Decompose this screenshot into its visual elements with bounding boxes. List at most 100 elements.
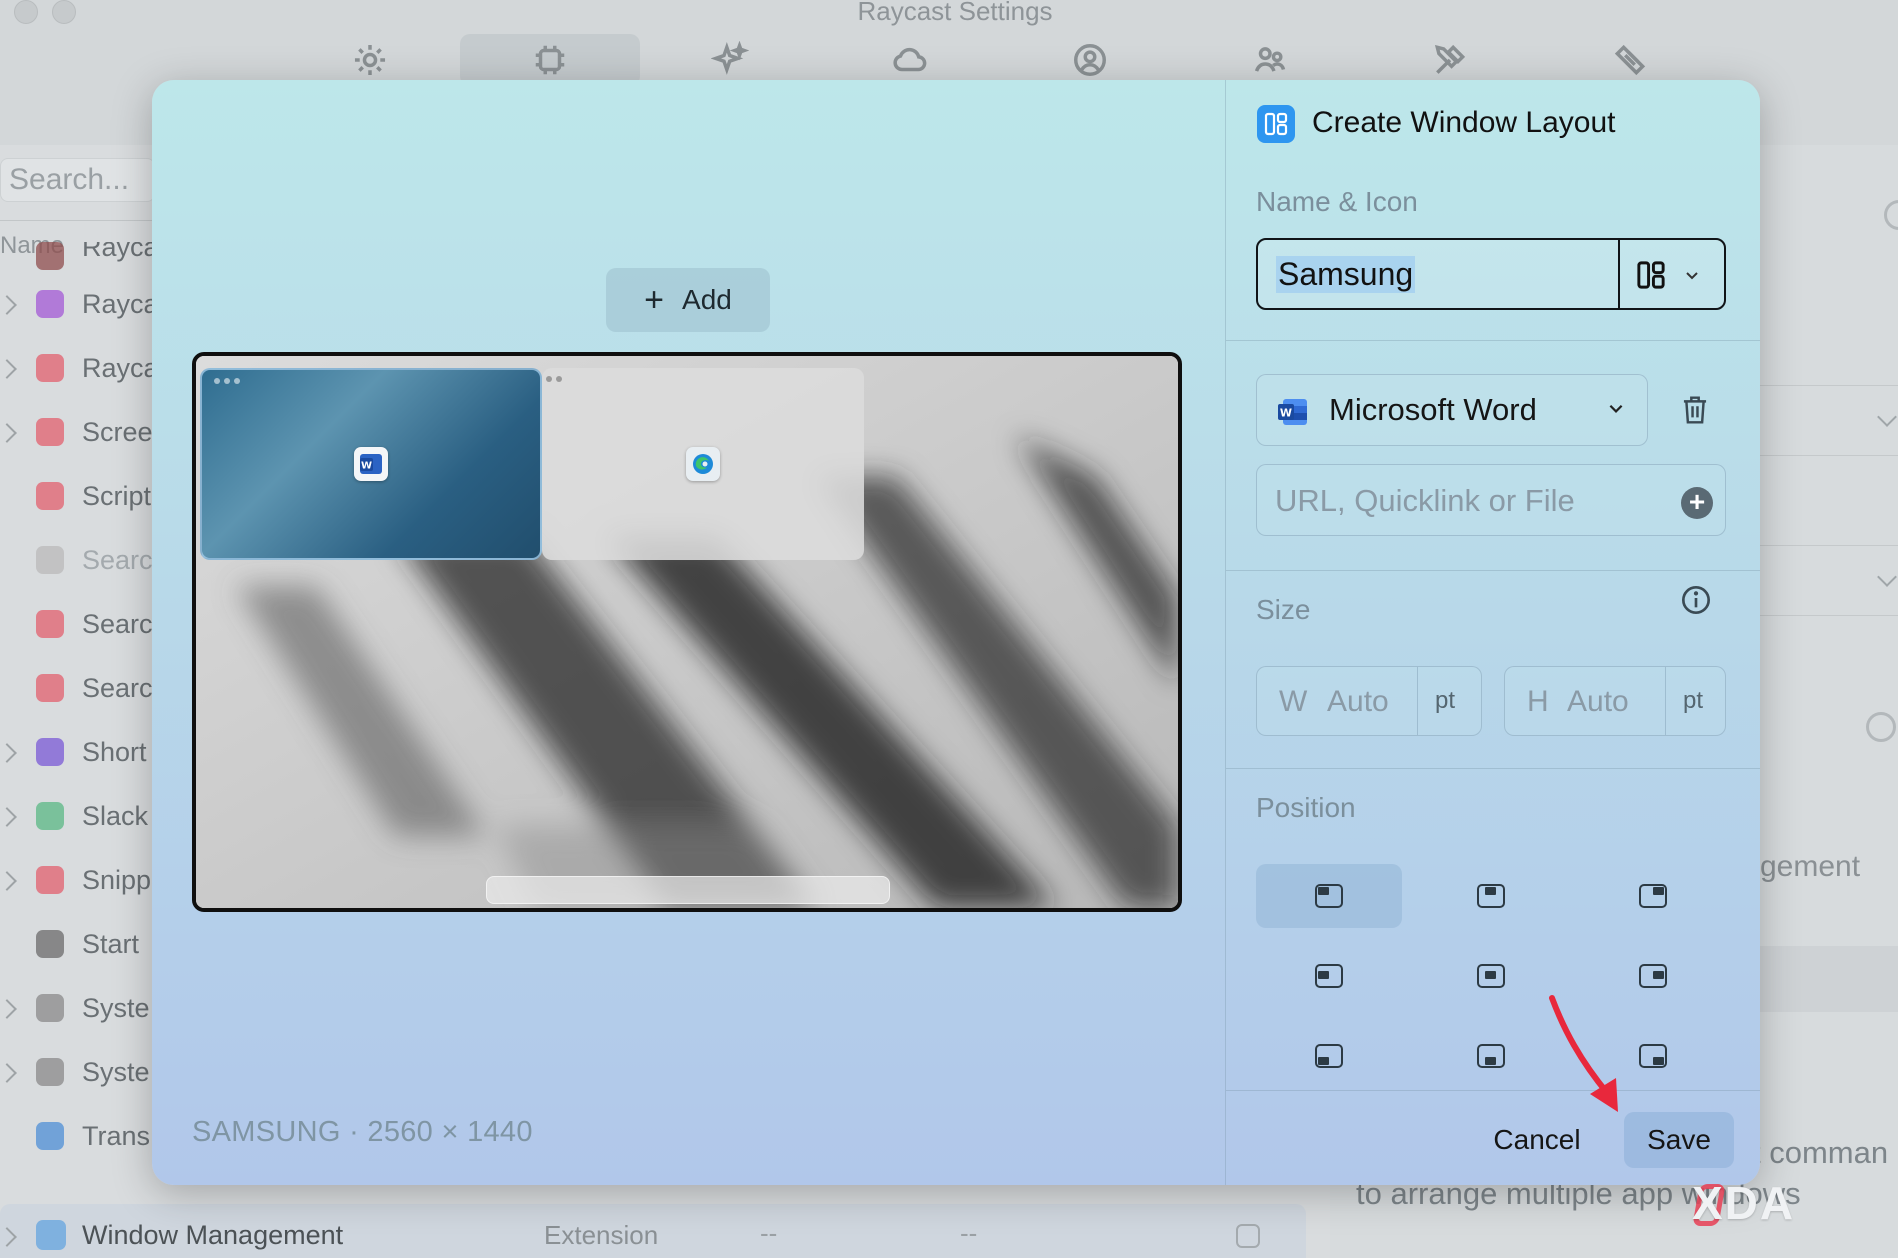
microsoft-edge-icon	[686, 447, 720, 481]
list-item[interactable]: Snipp	[0, 848, 160, 912]
list-item[interactable]: Searc	[0, 528, 160, 592]
enabled-checkbox[interactable]	[1236, 1224, 1260, 1248]
dock	[486, 876, 890, 904]
tab-account[interactable]	[1000, 34, 1180, 86]
chevron-right-icon[interactable]	[0, 1227, 17, 1247]
watermark: XDA	[1692, 1177, 1796, 1229]
position-middle-left-button[interactable]	[1256, 944, 1402, 1008]
list-item[interactable]: Short	[0, 720, 160, 784]
microsoft-edge-window[interactable]	[542, 368, 864, 560]
extension-icon	[36, 290, 64, 318]
add-window-button[interactable]: + Add	[606, 268, 770, 332]
cloud-icon	[893, 47, 927, 72]
divider	[1226, 570, 1760, 571]
trash-icon[interactable]	[1680, 394, 1710, 426]
plus-icon: +	[644, 281, 665, 319]
gear-icon	[354, 44, 386, 76]
extension-name: Start	[82, 928, 140, 959]
tab-advanced[interactable]	[1540, 34, 1720, 86]
extension-hotkey[interactable]: --	[960, 1218, 977, 1249]
tab-general[interactable]	[280, 34, 460, 86]
height-prefix: H	[1527, 685, 1549, 718]
list-item[interactable]: Trans	[0, 1104, 160, 1168]
extension-icon	[36, 242, 64, 270]
divider	[1226, 768, 1760, 769]
cancel-button[interactable]: Cancel	[1482, 1112, 1592, 1168]
chevron-down-icon	[1686, 272, 1698, 280]
url-quicklink-file-input[interactable]: URL, Quicklink or File +	[1256, 464, 1726, 536]
microsoft-word-window[interactable]: W	[200, 368, 542, 560]
height-unit[interactable]: pt	[1683, 687, 1703, 715]
tools-icon	[1434, 44, 1466, 74]
width-unit[interactable]: pt	[1435, 687, 1455, 715]
extension-name: Searc	[82, 672, 153, 703]
extension-icon	[36, 610, 64, 638]
chevron-right-icon[interactable]	[0, 807, 17, 827]
application-select[interactable]: W Microsoft Word	[1256, 374, 1648, 446]
add-circle-icon[interactable]: +	[1681, 487, 1713, 519]
width-value: Auto	[1327, 685, 1389, 718]
extension-icon	[36, 674, 64, 702]
extension-icon	[36, 482, 64, 510]
window-handle[interactable]	[214, 378, 240, 384]
extension-alias[interactable]: --	[760, 1218, 777, 1249]
extension-icon	[36, 1122, 64, 1150]
chevron-right-icon[interactable]	[0, 999, 17, 1019]
list-item[interactable]: Rayca	[0, 242, 160, 272]
chevron-right-icon[interactable]	[0, 1063, 17, 1083]
extension-name: Syste	[82, 992, 150, 1023]
window-management-icon	[36, 1220, 66, 1250]
list-item[interactable]: Scree	[0, 400, 160, 464]
radio-toggle[interactable]	[1866, 712, 1896, 742]
list-item[interactable]: Slack	[0, 784, 160, 848]
position-top-right-button[interactable]	[1580, 864, 1726, 928]
height-value: Auto	[1567, 685, 1629, 718]
tab-ai[interactable]	[640, 34, 820, 86]
save-button[interactable]: Save	[1624, 1112, 1734, 1168]
tab-extensions[interactable]	[460, 34, 640, 86]
chevron-right-icon[interactable]	[0, 359, 17, 379]
list-item[interactable]: Rayca	[0, 336, 160, 400]
position-bottom-left-button[interactable]	[1256, 1024, 1402, 1088]
list-item[interactable]: Script	[0, 464, 160, 528]
list-item[interactable]: Syste	[0, 1040, 160, 1104]
microsoft-word-icon: W	[1278, 399, 1307, 425]
table-row-window-management[interactable]: Window Management Extension -- --	[0, 1204, 1306, 1258]
extension-type: Extension	[544, 1220, 659, 1250]
info-icon[interactable]	[1680, 584, 1712, 616]
position-top-center-button[interactable]	[1418, 864, 1564, 928]
display-info: SAMSUNG · 2560 × 1440	[192, 1116, 533, 1148]
width-field[interactable]: W Auto pt	[1256, 666, 1482, 736]
extension-name: Slack	[82, 800, 149, 831]
footer-divider	[1226, 1090, 1760, 1091]
layout-name-input[interactable]: Samsung	[1256, 238, 1726, 310]
tab-organizations[interactable]	[1180, 34, 1360, 86]
tab-cloud-sync[interactable]	[820, 34, 1000, 86]
extension-name: Searc	[82, 544, 153, 575]
layout-name-value: Samsung	[1276, 256, 1416, 293]
window-handle[interactable]	[546, 376, 562, 382]
display-preview[interactable]: W	[192, 352, 1182, 912]
window-layout-icon	[1257, 105, 1295, 143]
list-item[interactable]: Rayca	[0, 272, 160, 336]
chevron-right-icon[interactable]	[0, 423, 17, 443]
chevron-right-icon[interactable]	[0, 295, 17, 315]
list-item[interactable]: Start	[0, 912, 160, 976]
position-top-left-button[interactable]	[1256, 864, 1402, 928]
list-item[interactable]: Syste	[0, 976, 160, 1040]
field-separator	[1618, 240, 1620, 308]
microsoft-word-icon: W	[354, 447, 388, 481]
icon-picker[interactable]	[1634, 258, 1700, 292]
application-name: Microsoft Word	[1329, 392, 1537, 427]
list-item[interactable]: Searc	[0, 592, 160, 656]
chevron-right-icon[interactable]	[0, 743, 17, 763]
extension-name: Syste	[82, 1056, 150, 1087]
extension-icon	[36, 930, 64, 958]
extension-name: Script	[82, 480, 152, 511]
search-input[interactable]: Search...	[0, 158, 155, 202]
tab-developer[interactable]	[1360, 34, 1540, 86]
height-field[interactable]: H Auto pt	[1504, 666, 1726, 736]
chevron-right-icon[interactable]	[0, 871, 17, 891]
window-title: Raycast Settings	[857, 0, 1053, 26]
list-item[interactable]: Searc	[0, 656, 160, 720]
